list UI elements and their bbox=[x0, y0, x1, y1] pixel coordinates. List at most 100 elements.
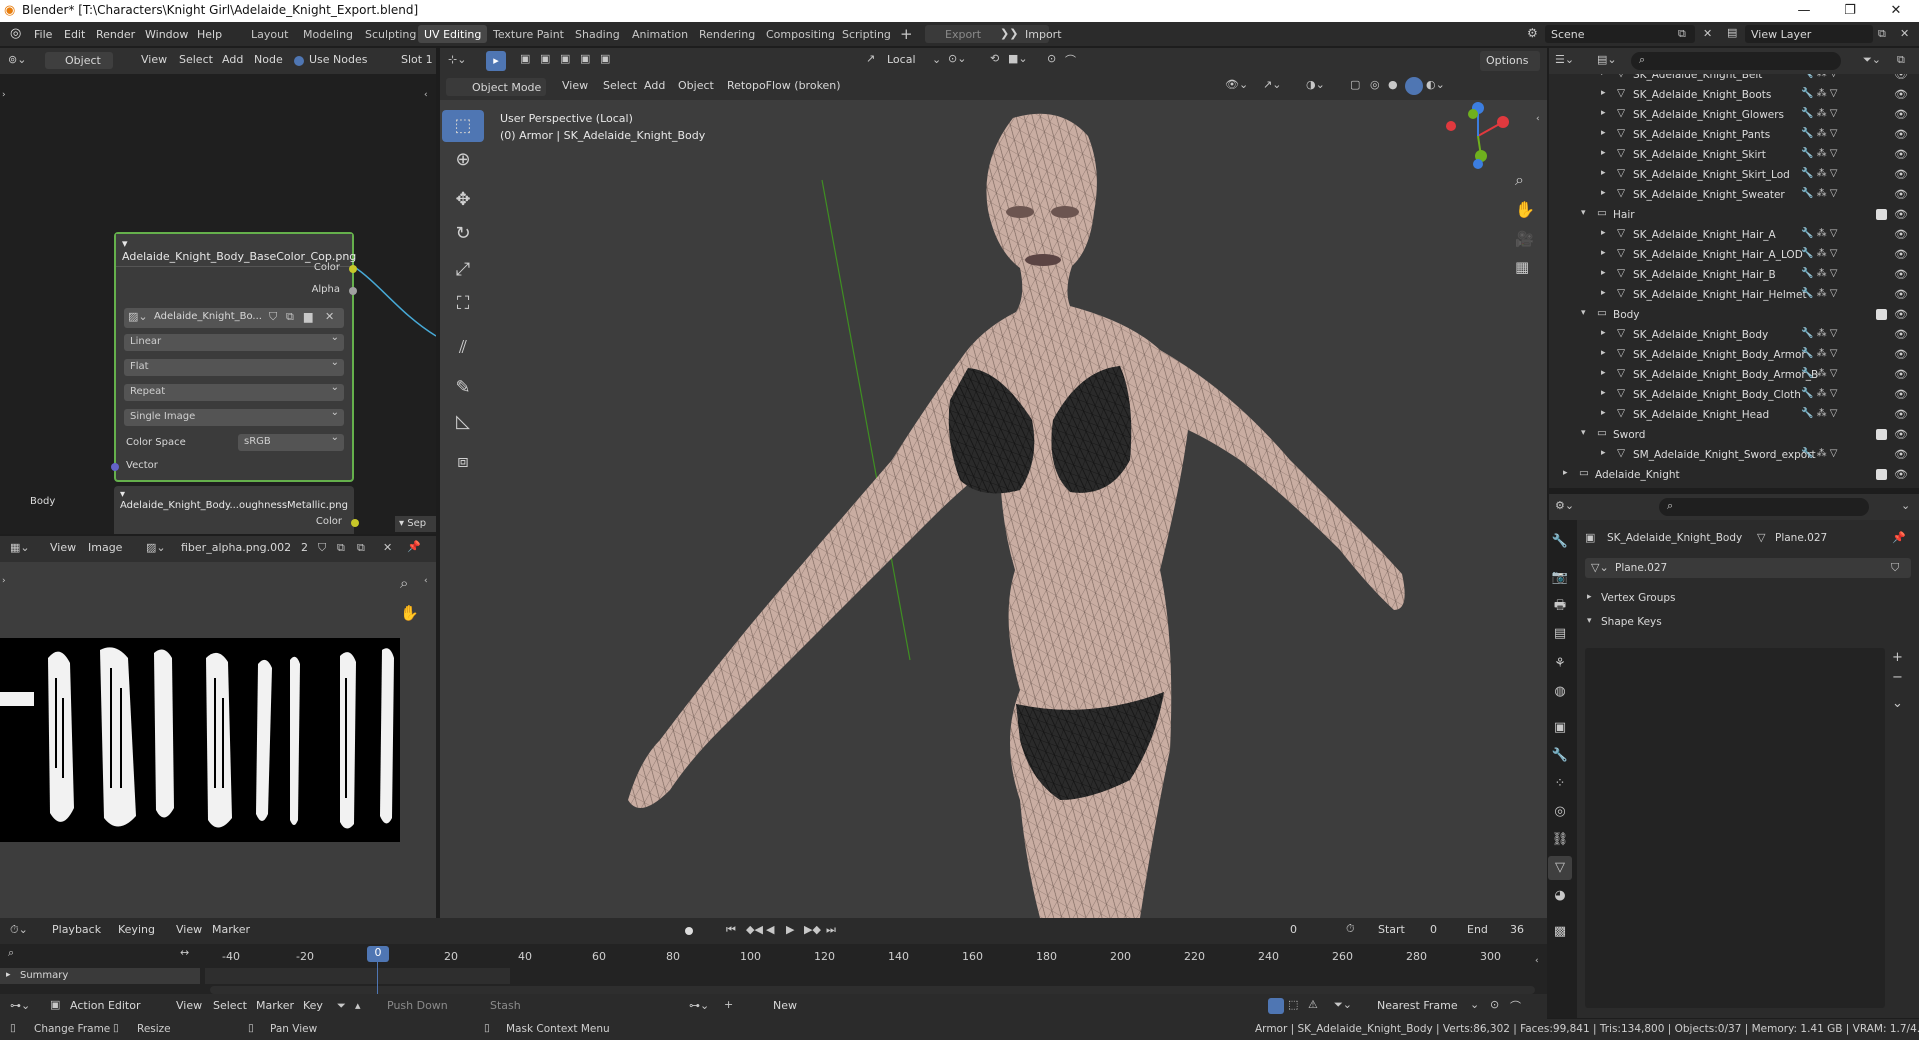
blender-menu-icon[interactable]: ◎ bbox=[10, 26, 21, 41]
playhead-frame-badge[interactable]: 0 bbox=[367, 946, 389, 962]
interpolation-icon[interactable]: ⏷ bbox=[337, 999, 346, 1013]
select-box-subtract-icon[interactable]: ▣ bbox=[560, 52, 570, 65]
modifier-tab-icon[interactable]: 🔧 bbox=[1548, 744, 1572, 768]
tab-rendering[interactable]: Rendering bbox=[693, 25, 761, 43]
collapse-arrow-icon[interactable]: ▸ bbox=[1601, 408, 1606, 418]
jump-start-icon[interactable]: ⏮ bbox=[726, 923, 736, 937]
move-tool[interactable]: ✥ bbox=[442, 184, 484, 216]
annotate-tool[interactable]: ⫽ bbox=[442, 332, 484, 364]
zoom-icon[interactable]: ⌕ bbox=[400, 574, 408, 592]
outliner-collection-row[interactable]: ▾ ▭ Sword 👁 bbox=[1549, 425, 1919, 445]
remove-view-layer-icon[interactable]: ✕ bbox=[1900, 27, 1909, 40]
modifier-icons[interactable]: 🔧 ⁂ ▽ bbox=[1801, 448, 1838, 459]
collapse-arrow-icon[interactable]: ▸ bbox=[1601, 128, 1606, 138]
modifier-icons[interactable]: 🔧 ⁂ ▽ bbox=[1801, 248, 1838, 259]
add-shape-key-icon[interactable]: + bbox=[1892, 650, 1903, 665]
modifier-icons[interactable]: 🔧 ⁂ ▽ bbox=[1801, 328, 1838, 339]
proportional-edit-icon[interactable]: ⊙ bbox=[1490, 998, 1499, 1011]
modifier-icons[interactable]: 🔧 ⁂ ▽ bbox=[1801, 368, 1838, 379]
scene-tab-icon[interactable]: ⚘ bbox=[1548, 652, 1572, 676]
action-marker-menu[interactable]: Marker bbox=[256, 999, 294, 1012]
view-layer-selector[interactable]: View Layer bbox=[1745, 25, 1873, 43]
collapse-arrow-icon[interactable]: ▸ bbox=[1601, 288, 1606, 298]
current-frame-field[interactable]: 0 bbox=[1290, 923, 1297, 936]
image-users-count[interactable]: 2 bbox=[301, 541, 308, 554]
visibility-eye-icon[interactable]: 👁 bbox=[1894, 388, 1908, 401]
modifier-icons[interactable]: 🔧 ⁂ ▽ bbox=[1801, 74, 1838, 79]
editor-type-icon[interactable]: ⚙⌄ bbox=[1555, 499, 1574, 512]
modifier-icons[interactable]: 🔧 ⁂ ▽ bbox=[1801, 128, 1838, 139]
tab-layout[interactable]: Layout bbox=[245, 25, 294, 43]
tab-texture-paint[interactable]: Texture Paint bbox=[487, 25, 570, 43]
modifier-icons[interactable]: 🔧 ⁂ ▽ bbox=[1801, 148, 1838, 159]
start-frame-field[interactable]: 0 bbox=[1430, 923, 1437, 936]
select-box-intersect-icon[interactable]: ▣ bbox=[600, 52, 610, 65]
outliner-collection-row[interactable]: ▾ ▭ Body 👁 bbox=[1549, 305, 1919, 325]
color-output-socket[interactable] bbox=[351, 519, 359, 527]
outliner-object-row[interactable]: ▸ ▽ SK_Adelaide_Knight_Head 🔧 ⁂ ▽ 👁 bbox=[1549, 405, 1919, 425]
viewport-view-menu[interactable]: View bbox=[562, 79, 588, 92]
mesh-browse-icon[interactable]: ▽⌄ bbox=[1591, 561, 1609, 574]
sidebar-toggle-icon[interactable]: ‹ bbox=[1535, 956, 1539, 966]
visibility-eye-icon[interactable]: 👁 bbox=[1894, 368, 1908, 381]
visibility-eye-icon[interactable]: 👁 bbox=[1894, 228, 1908, 241]
action-key-menu[interactable]: Key bbox=[303, 999, 323, 1012]
search-icon[interactable]: ⌕ bbox=[8, 946, 14, 960]
collapse-arrow-icon[interactable]: ▸ bbox=[1601, 148, 1606, 158]
modifier-icons[interactable]: 🔧 ⁂ ▽ bbox=[1801, 108, 1838, 119]
browse-action-icon[interactable]: ⊶⌄ bbox=[689, 999, 709, 1012]
duplicate-image-icon[interactable]: ⧉ bbox=[337, 541, 345, 555]
outliner-object-row[interactable]: ▸ ▽ SK_Adelaide_Knight_Hair_Helmet 🔧 ⁂ ▽ 👁 bbox=[1549, 285, 1919, 305]
collapse-arrow-icon[interactable]: ▸ bbox=[1601, 248, 1606, 258]
select-tool-icon[interactable]: ▸ bbox=[486, 51, 506, 71]
action-select-menu[interactable]: Select bbox=[213, 999, 247, 1012]
pin-icon[interactable]: 📌 bbox=[407, 540, 421, 553]
transform-orientation-dropdown[interactable]: Local bbox=[887, 53, 916, 66]
scale-tool[interactable]: ⤢ bbox=[442, 254, 484, 286]
outliner-object-row[interactable]: ▸ ▽ SK_Adelaide_Knight_Body_Cloth 🔧 ⁂ ▽ 👁 bbox=[1549, 385, 1919, 405]
visibility-eye-icon[interactable]: 👁 bbox=[1894, 328, 1908, 341]
world-tab-icon[interactable]: ◍ bbox=[1548, 680, 1572, 704]
snap-mode-dropdown[interactable]: Nearest Frame bbox=[1377, 999, 1458, 1012]
collapse-arrow-icon[interactable]: ▸ bbox=[1601, 74, 1606, 78]
select-box-invert-icon[interactable]: ▣ bbox=[580, 52, 590, 65]
close-button[interactable]: ✕ bbox=[1873, 0, 1919, 22]
viewport-object-menu[interactable]: Object bbox=[678, 79, 714, 92]
node-add-menu[interactable]: Add bbox=[222, 53, 243, 66]
collapse-arrow-icon[interactable]: ▸ bbox=[1601, 188, 1606, 198]
pivot-icon[interactable]: ⊙⌄ bbox=[948, 52, 966, 65]
record-button[interactable] bbox=[685, 927, 693, 935]
vertex-groups-panel[interactable]: ▸ Vertex Groups bbox=[1585, 589, 1911, 609]
transform-orientation-icon[interactable]: ↗ bbox=[866, 52, 875, 65]
editor-type-icon[interactable]: ☰⌄ bbox=[1555, 53, 1574, 66]
remove-scene-icon[interactable]: ✕ bbox=[1703, 27, 1712, 40]
xray-icon[interactable]: ▢ bbox=[1350, 78, 1360, 91]
outliner-object-row[interactable]: ▸ ▽ SK_Adelaide_Knight_Body_Armor 🔧 ⁂ ▽ 👁 bbox=[1549, 345, 1919, 365]
visibility-eye-icon[interactable]: 👁 bbox=[1894, 148, 1908, 161]
timeline-view-menu[interactable]: View bbox=[176, 923, 202, 936]
particles-tab-icon[interactable]: ⁘ bbox=[1548, 772, 1572, 796]
snap-chevron-icon[interactable]: ⌄ bbox=[1470, 998, 1479, 1011]
solid-shading-icon[interactable]: ● bbox=[1388, 78, 1398, 91]
properties-search-input[interactable]: ⌕ bbox=[1659, 498, 1869, 516]
visibility-eye-icon[interactable]: 👁 bbox=[1894, 88, 1908, 101]
select-box-new-icon[interactable]: ▣ bbox=[520, 52, 530, 65]
cursor-tool[interactable]: ⊕ bbox=[442, 144, 484, 176]
wireframe-shading-icon[interactable]: ◎ bbox=[1370, 78, 1380, 91]
duplicate-image-icon[interactable]: ⧉ bbox=[286, 310, 294, 324]
collection-exclude-checkbox[interactable] bbox=[1876, 469, 1887, 480]
visibility-eye-icon[interactable]: 👁 bbox=[1894, 348, 1908, 361]
camera-view-icon[interactable]: 🎥 bbox=[1515, 230, 1534, 248]
visibility-eye-icon[interactable]: 👁 bbox=[1894, 188, 1908, 201]
menu-file[interactable]: File bbox=[34, 28, 52, 41]
shape-key-specials-icon[interactable]: ⌄ bbox=[1892, 696, 1903, 711]
color-output-socket[interactable] bbox=[349, 265, 357, 273]
collapse-arrow-icon[interactable]: ▸ bbox=[1601, 348, 1606, 358]
modifier-icons[interactable]: 🔧 ⁂ ▽ bbox=[1801, 168, 1838, 179]
menu-render[interactable]: Render bbox=[96, 28, 135, 41]
editor-type-icon[interactable]: ⊹⌄ bbox=[448, 53, 466, 66]
sidebar-toggle-icon[interactable]: ‹ bbox=[424, 576, 428, 586]
minimize-button[interactable]: — bbox=[1781, 0, 1827, 22]
pan-view-icon[interactable]: ✋ bbox=[1515, 200, 1535, 219]
transform-tool[interactable]: ⛶ bbox=[442, 288, 484, 320]
